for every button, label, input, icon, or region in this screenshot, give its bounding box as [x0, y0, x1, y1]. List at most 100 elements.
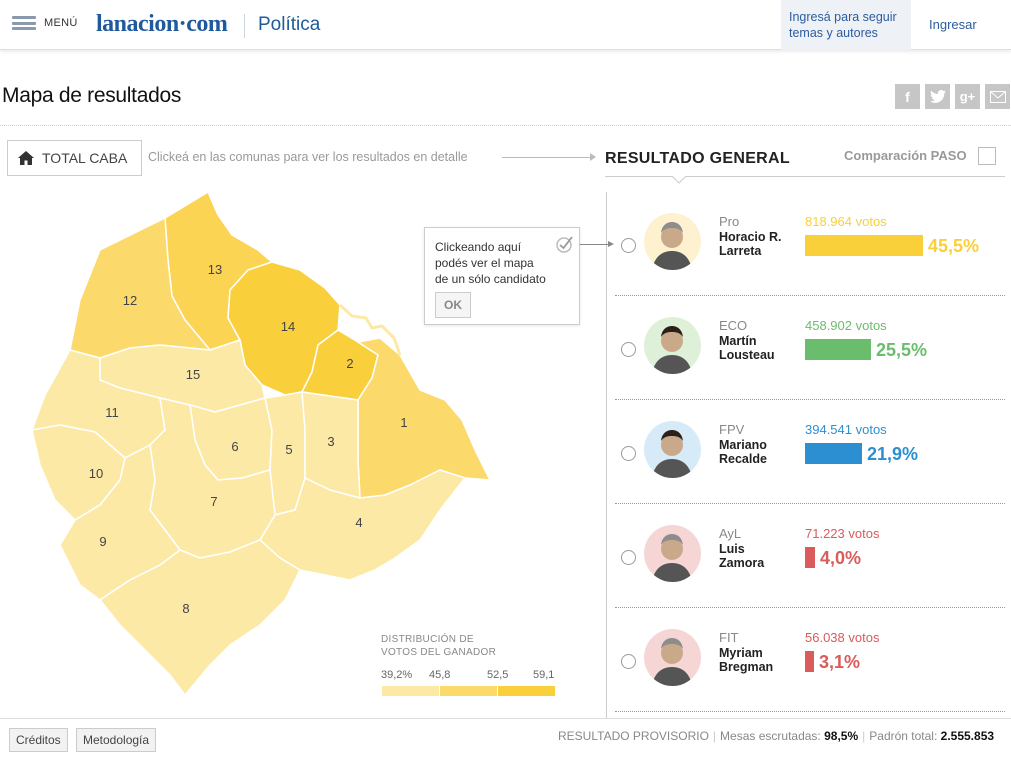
candidate-radio[interactable] — [621, 550, 636, 565]
candidate-photo — [644, 317, 701, 374]
candidate-photo — [644, 629, 701, 686]
comuna-label-11: 11 — [105, 405, 119, 420]
site-logo[interactable]: lanacion·com — [96, 11, 228, 38]
candidate-percent: 4,0% — [820, 548, 862, 568]
candidate-name-line-1: Martín — [719, 334, 757, 348]
map-hint: Clickeá en las comunas para ver los resu… — [148, 150, 468, 164]
candidate-divider — [615, 711, 1005, 712]
hint-arrow-icon — [590, 153, 596, 161]
candidate-radio[interactable] — [621, 238, 636, 253]
legend-value: 45,8 — [429, 669, 451, 681]
candidate-votes: 56.038 votos — [805, 630, 880, 645]
candidate-name: Myriam Bregman — [719, 646, 799, 674]
candidate-party: Pro — [719, 214, 740, 229]
page-title: Mapa de resultados — [2, 84, 182, 107]
candidate-photo — [644, 421, 701, 478]
candidate-name: Mariano Recalde — [719, 438, 799, 466]
results-column-line — [606, 192, 607, 722]
tooltip-ok-button[interactable]: OK — [435, 292, 471, 318]
candidate-votes: 394.541 votos — [805, 422, 887, 437]
comuna-label-15: 15 — [186, 367, 200, 382]
candidate-map-tooltip: Clickeando aquí podés ver el mapa de un … — [424, 227, 580, 325]
methodology-button[interactable]: Metodología — [76, 728, 157, 752]
candidate-divider — [615, 399, 1005, 400]
candidate-party: FPV — [719, 422, 745, 437]
paso-comparison-checkbox[interactable] — [978, 147, 996, 165]
total-caba-button[interactable]: TOTAL CABA — [7, 140, 142, 176]
candidate-name-line-1: Myriam — [719, 646, 763, 660]
legend-values: 39,2% 45,8 52,5 59,1 — [381, 669, 556, 683]
tables-label: Mesas escrutadas: — [720, 729, 821, 743]
candidate-photo — [644, 525, 701, 582]
candidate-vote-bar — [805, 235, 923, 256]
header-divider — [244, 14, 245, 38]
candidate-name-line-2: Zamora — [719, 556, 765, 570]
candidate-vote-bar — [805, 651, 814, 672]
legend-swatch-mid — [440, 686, 497, 696]
candidate-row[interactable]: AyL Luis Zamora 71.223 votos 4,0% — [615, 505, 1005, 609]
provisional-label: RESULTADO PROVISORIO — [558, 729, 709, 743]
candidate-radio[interactable] — [621, 654, 636, 669]
candidate-name-line-2: Lousteau — [719, 348, 775, 362]
follow-topics-link[interactable]: Ingresá para seguir temas y autores — [781, 0, 911, 50]
home-icon — [18, 151, 34, 165]
email-icon[interactable] — [985, 84, 1010, 109]
candidate-row[interactable]: Pro Horacio R. Larreta 818.964 votos 45,5% — [615, 193, 1005, 297]
login-link[interactable]: Ingresar — [929, 17, 977, 32]
legend-swatch-low — [382, 686, 439, 696]
candidate-row[interactable]: FIT Myriam Bregman 56.038 votos 3,1% — [615, 609, 1005, 713]
comuna-label-9: 9 — [99, 534, 106, 549]
candidate-divider — [615, 295, 1005, 296]
check-circle-icon — [556, 236, 573, 253]
title-divider — [0, 125, 1011, 126]
candidate-name: Martín Lousteau — [719, 334, 799, 362]
candidate-name-line-1: Horacio R. — [719, 230, 782, 244]
candidate-row[interactable]: FPV Mariano Recalde 394.541 votos 21,9% — [615, 401, 1005, 505]
candidate-divider — [615, 607, 1005, 608]
candidate-name: Horacio R. Larreta — [719, 230, 799, 258]
candidate-name-line-2: Larreta — [719, 244, 762, 258]
candidate-votes: 818.964 votos — [805, 214, 887, 229]
top-bar: MENÚ lanacion·com Política Ingresá para … — [0, 0, 1011, 50]
legend-value: 59,1 — [533, 669, 555, 681]
comuna-label-13: 13 — [208, 262, 222, 277]
candidate-radio[interactable] — [621, 342, 636, 357]
legend-value: 39,2% — [381, 669, 413, 681]
comuna-label-5: 5 — [285, 442, 292, 457]
tooltip-line-1: Clickeando aquí — [435, 240, 522, 254]
comuna-label-6: 6 — [231, 439, 238, 454]
menu-button[interactable]: MENÚ — [12, 16, 78, 30]
google-plus-icon[interactable]: g+ — [955, 84, 980, 109]
candidate-radio[interactable] — [621, 446, 636, 461]
twitter-icon[interactable] — [925, 84, 950, 109]
candidate-name-line-2: Bregman — [719, 660, 774, 674]
legend-swatch-high — [498, 686, 555, 696]
comuna-label-14: 14 — [281, 319, 295, 334]
facebook-icon[interactable]: f — [895, 84, 920, 109]
status-bar: RESULTADO PROVISORIO | Mesas escrutadas: 9… — [558, 729, 995, 743]
candidate-percent: 21,9% — [867, 444, 919, 464]
results-title: RESULTADO GENERAL — [605, 150, 790, 167]
comuna-label-4: 4 — [355, 515, 362, 530]
menu-label: MENÚ — [44, 17, 78, 29]
candidate-name-line-1: Mariano — [719, 438, 767, 452]
candidate-party: AyL — [719, 526, 742, 541]
hint-line — [502, 157, 594, 158]
comuna-1[interactable] — [357, 337, 491, 499]
credits-button[interactable]: Créditos — [9, 728, 68, 752]
padron-label: Padrón total: — [869, 729, 938, 743]
candidate-row[interactable]: ECO Martín Lousteau 458.902 votos 25,5% — [615, 297, 1005, 401]
legend-title: DISTRIBUCIÓN DE VOTOS DEL GANADOR — [381, 633, 496, 659]
total-caba-label: TOTAL CABA — [42, 150, 128, 166]
candidate-party: ECO — [719, 318, 748, 333]
candidate-name: Luis Zamora — [719, 542, 799, 570]
paso-comparison-label: Comparación PASO — [844, 148, 967, 163]
candidate-percent: 45,5% — [928, 236, 980, 256]
comuna-label-10: 10 — [89, 466, 103, 481]
candidate-photo — [644, 213, 701, 270]
section-title[interactable]: Política — [258, 14, 320, 36]
comuna-label-12: 12 — [123, 293, 137, 308]
candidate-vote-bar — [805, 443, 862, 464]
comuna-label-8: 8 — [182, 601, 189, 616]
results-notch-icon — [672, 176, 686, 184]
